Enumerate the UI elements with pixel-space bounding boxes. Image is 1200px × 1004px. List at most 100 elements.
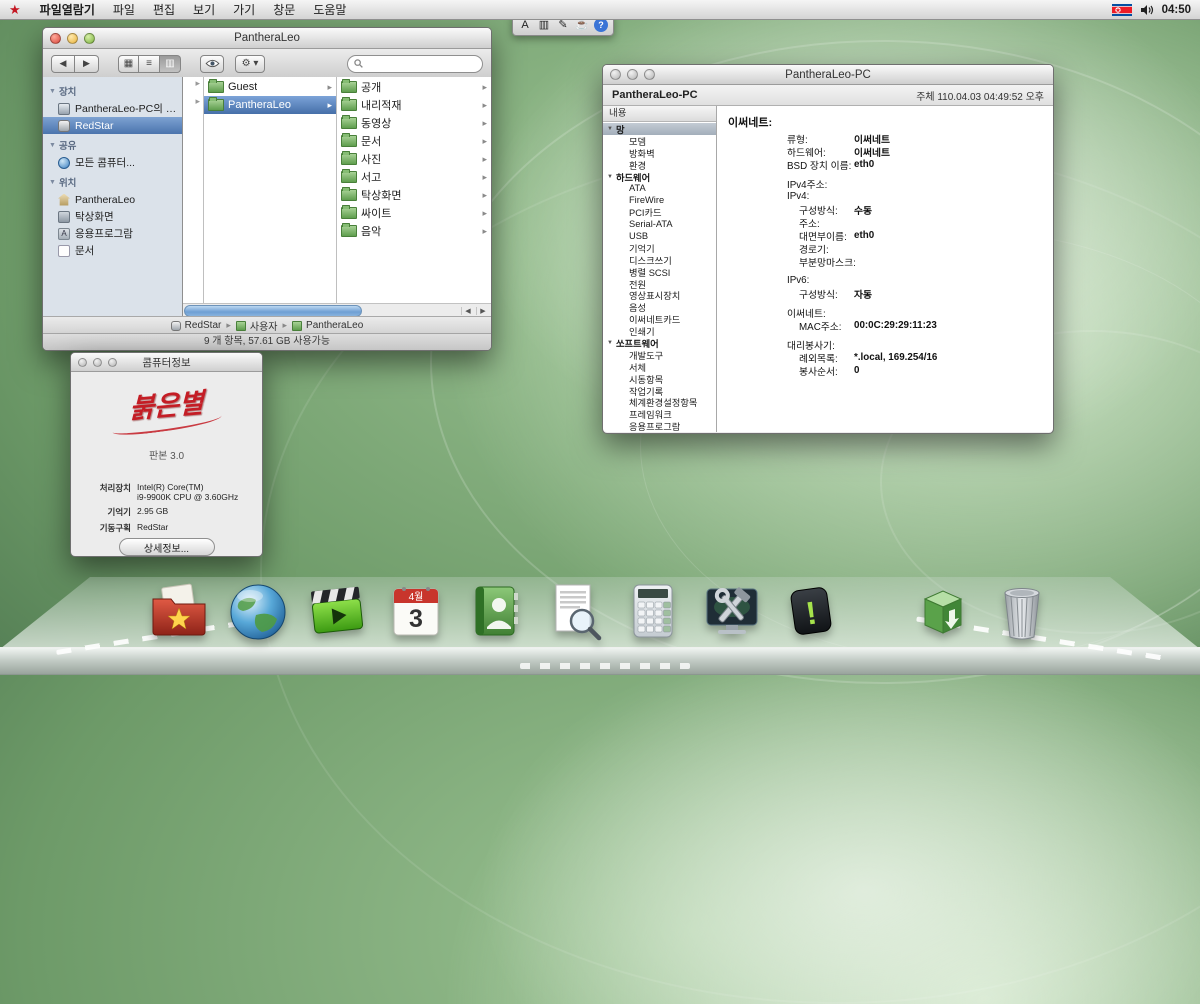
profiler-tree-item[interactable]: USB — [603, 230, 716, 242]
search-input[interactable] — [367, 57, 461, 70]
column-item[interactable]: 사진▸ — [337, 150, 491, 168]
detail-value: *.local, 169.254/16 — [854, 352, 937, 363]
dock-item-document-viewer[interactable] — [542, 579, 606, 643]
dock-item-trash[interactable] — [990, 579, 1054, 643]
dock-item-address-book[interactable] — [463, 579, 527, 643]
zoom-button[interactable] — [644, 69, 655, 80]
folder-icon — [341, 189, 357, 201]
menu-item-1[interactable]: 파일 — [104, 1, 144, 18]
profiler-tree-item[interactable]: 영상표시장치 — [603, 289, 716, 301]
scroll-left-button[interactable]: ◀ — [461, 307, 474, 315]
sidebar-item[interactable]: PantheraLeo — [43, 191, 182, 208]
minimize-button[interactable] — [67, 33, 78, 44]
column-redstar[interactable]: ▸ ▸ — [183, 77, 204, 317]
profiler-tree-item[interactable]: ATA — [603, 182, 716, 194]
profiler-tree-item[interactable]: ▼망 — [603, 123, 716, 135]
profiler-tree-item[interactable]: PCI카드 — [603, 206, 716, 218]
column-item[interactable]: 내리적재▸ — [337, 96, 491, 114]
column-item[interactable]: 문서▸ — [337, 132, 491, 150]
menu-item-4[interactable]: 가기 — [224, 1, 264, 18]
column-item[interactable]: 탁상화면▸ — [337, 186, 491, 204]
sidebar-section-label: 위치 — [59, 175, 76, 189]
sidebar-item[interactable]: 탁상화면 — [43, 208, 182, 225]
column-view-button[interactable]: ▥ — [160, 55, 181, 73]
close-button[interactable] — [610, 69, 621, 80]
menu-item-3[interactable]: 보기 — [184, 1, 224, 18]
zoom-button[interactable] — [108, 358, 117, 367]
sidebar-section-header[interactable]: ▼위치 — [43, 171, 182, 191]
disclosure-triangle-icon[interactable]: ▼ — [607, 174, 613, 180]
profiler-tree-item[interactable]: 이써네트카드 — [603, 313, 716, 325]
dock-item-utilities[interactable] — [700, 579, 764, 643]
profiler-tree-item[interactable]: 병렬 SCSI — [603, 266, 716, 278]
menu-item-5[interactable]: 창문 — [264, 1, 304, 18]
scrollbar-arrows: ◀ ▶ — [461, 307, 491, 315]
column-item[interactable]: 동영상▸ — [337, 114, 491, 132]
computer-icon — [58, 103, 70, 115]
disclosure-triangle-icon[interactable]: ▼ — [607, 126, 613, 132]
minimize-button[interactable] — [93, 358, 102, 367]
profiler-tree-item[interactable]: 응용프로그람 — [603, 420, 716, 432]
sidebar-item[interactable]: A응용프로그람 — [43, 225, 182, 242]
finder-titlebar[interactable]: PantheraLeo — [43, 28, 491, 49]
dock-item-file-manager[interactable] — [147, 579, 211, 643]
redstar-menu-icon[interactable]: ★ — [0, 2, 31, 18]
action-menu-button[interactable]: ⚙ ▾ — [235, 55, 265, 73]
profiler-tree-item[interactable]: Serial-ATA — [603, 218, 716, 230]
back-button[interactable]: ◀ — [51, 55, 75, 73]
sidebar-item[interactable]: 문서 — [43, 242, 182, 259]
sidebar-item[interactable]: PantheraLeo-PC의 콤퓨터 — [43, 100, 182, 117]
dprk-flag-icon[interactable] — [1112, 4, 1132, 16]
sidebar-section-header[interactable]: ▼장치 — [43, 80, 182, 100]
quicklook-button[interactable] — [200, 55, 224, 73]
menubar-clock[interactable]: 04:50 — [1162, 4, 1191, 16]
about-titlebar[interactable]: 콤퓨터정보 — [71, 353, 262, 372]
search-icon — [354, 59, 363, 68]
menu-item-2[interactable]: 편집 — [144, 1, 184, 18]
profiler-tree-item[interactable]: 개발도구 — [603, 349, 716, 361]
search-field[interactable] — [347, 55, 483, 73]
list-view-button[interactable]: ≡ — [139, 55, 160, 73]
column-item[interactable]: 음악▸ — [337, 222, 491, 240]
close-button[interactable] — [50, 33, 61, 44]
scrollbar-thumb[interactable] — [184, 305, 362, 317]
folder-icon — [292, 321, 302, 331]
scroll-right-button[interactable]: ▶ — [476, 307, 489, 315]
close-button[interactable] — [78, 358, 87, 367]
column-item[interactable]: PantheraLeo▸ — [204, 96, 336, 114]
dock-item-web-browser[interactable] — [226, 579, 290, 643]
pathbar-item[interactable]: 사용자 — [236, 318, 278, 333]
column-item[interactable]: 싸이트▸ — [337, 204, 491, 222]
menu-item-6[interactable]: 도움말 — [304, 1, 355, 18]
disclosure-triangle-icon[interactable]: ▼ — [607, 340, 613, 346]
profiler-titlebar[interactable]: PantheraLeo-PC — [603, 65, 1053, 85]
dock-item-problem-reporter[interactable]: ! — [779, 579, 843, 643]
column-item[interactable]: 서고▸ — [337, 168, 491, 186]
zoom-button[interactable] — [84, 33, 95, 44]
dock-item-calculator[interactable] — [621, 579, 685, 643]
column-item[interactable]: Guest▸ — [204, 78, 336, 96]
computer-info-window: 콤퓨터정보 붉은별 판본 3.0 처리장치Intel(R) Core(TM) i… — [70, 352, 263, 557]
pathbar-item[interactable]: RedStar — [171, 320, 222, 331]
profiler-tree-item[interactable]: 방화벽 — [603, 147, 716, 159]
volume-icon[interactable] — [1140, 4, 1154, 16]
pathbar-item[interactable]: PantheraLeo — [292, 320, 363, 331]
dock-item-media-player[interactable] — [305, 579, 369, 643]
icon-view-button[interactable]: ▦ — [118, 55, 139, 73]
detail-label: 이써네트: — [728, 114, 772, 130]
navigation-buttons: ◀ ▶ — [51, 55, 99, 73]
profiler-tree-item[interactable]: 모뎀 — [603, 135, 716, 147]
minimize-button[interactable] — [627, 69, 638, 80]
sidebar-item[interactable]: 모든 콤퓨터... — [43, 154, 182, 171]
menu-item-0[interactable]: 파일열람기 — [31, 1, 104, 18]
horizontal-scrollbar[interactable]: ◀ ▶ — [183, 303, 491, 317]
dock-item-calendar[interactable]: 4월3 — [384, 579, 448, 643]
sidebar-section-header[interactable]: ▼공유 — [43, 134, 182, 154]
sidebar-item-label: PantheraLeo-PC의 콤퓨터 — [75, 101, 182, 116]
forward-button[interactable]: ▶ — [75, 55, 99, 73]
column-item[interactable]: 공개▸ — [337, 78, 491, 96]
dock-item-software-installer[interactable] — [911, 579, 975, 643]
contents-header[interactable]: 내용 — [603, 106, 716, 122]
profiler-tree-item[interactable]: ▼하드웨어 — [603, 171, 716, 183]
sidebar-item[interactable]: RedStar — [43, 117, 182, 134]
